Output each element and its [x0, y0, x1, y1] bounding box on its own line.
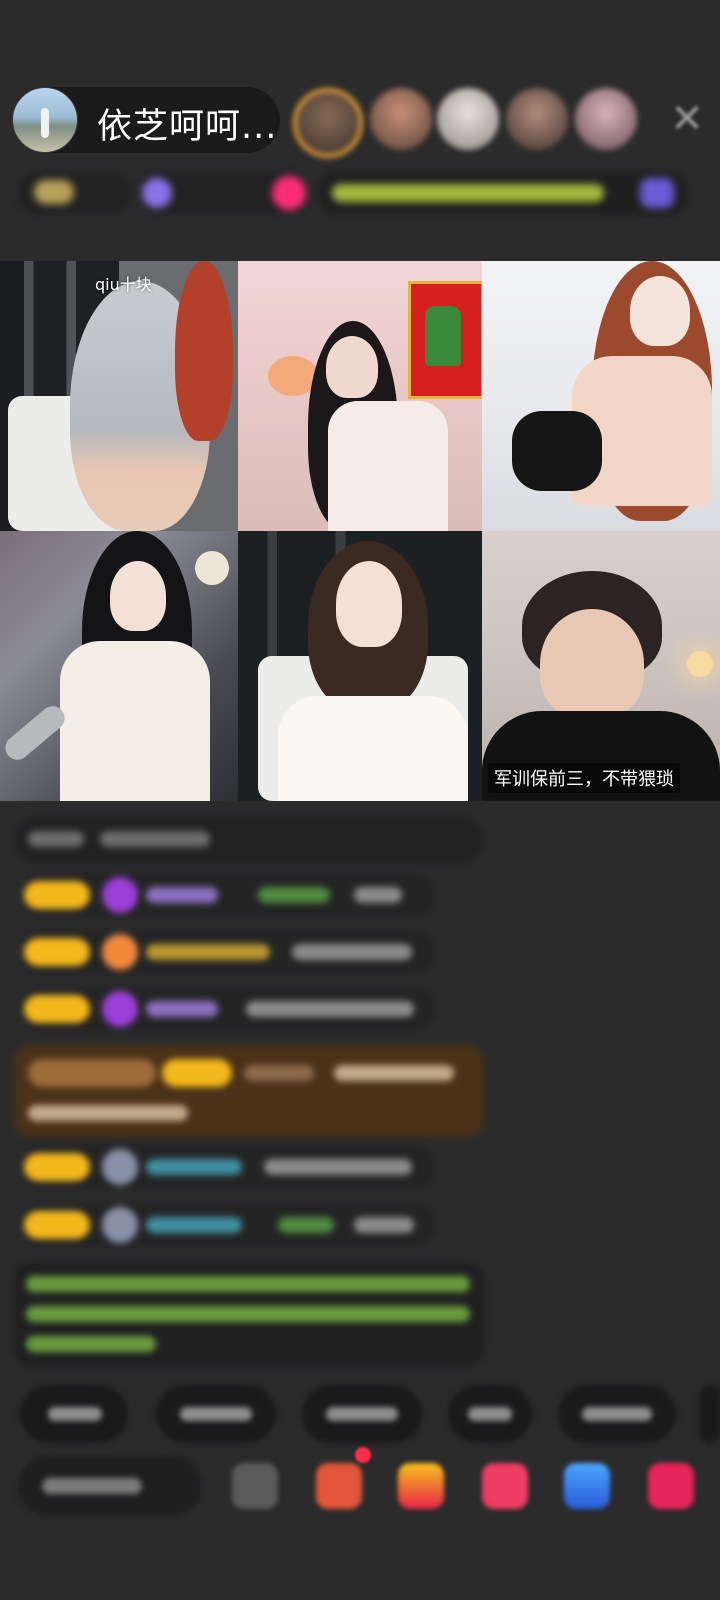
diamond-icon — [102, 877, 138, 913]
video-cell-3[interactable] — [482, 261, 720, 531]
notification-dot — [355, 1447, 371, 1463]
chat-highlight-message[interactable] — [14, 1045, 484, 1137]
game-icon[interactable] — [564, 1463, 610, 1509]
user-avatar — [102, 1207, 138, 1243]
cell-label: qiu十块 — [95, 275, 152, 294]
viewer-avatar[interactable] — [437, 88, 499, 150]
streamer-body — [60, 641, 210, 801]
close-icon[interactable]: ✕ — [664, 96, 710, 142]
task-strip-icon — [640, 178, 674, 208]
level-badge — [24, 938, 90, 966]
chat-message[interactable] — [20, 987, 436, 1031]
streamer-face — [540, 609, 644, 719]
host-name: 依芝呵呵... — [97, 107, 278, 147]
video-cell-4[interactable] — [0, 531, 238, 801]
quick-chip[interactable] — [558, 1385, 676, 1443]
quick-chip[interactable] — [20, 1385, 128, 1443]
quick-chip[interactable] — [448, 1385, 532, 1443]
viewer-avatar[interactable] — [370, 88, 432, 150]
video-grid: qiu十块 军训保前三，不带猥琐 — [0, 261, 720, 801]
host-avatar[interactable] — [12, 87, 78, 153]
streamer-face — [336, 561, 402, 647]
streamer-face — [326, 336, 378, 398]
lamp — [687, 651, 713, 677]
video-cell-6[interactable]: 军训保前三，不带猥琐 — [482, 531, 720, 801]
level-badge — [24, 1153, 90, 1181]
streamer-shorts — [512, 411, 602, 491]
emoji-icon[interactable] — [232, 1463, 278, 1509]
streamer-face — [630, 276, 690, 346]
video-cell-5[interactable] — [238, 531, 482, 801]
chat-notice — [14, 817, 484, 863]
viewer-avatar[interactable] — [575, 88, 637, 150]
streamer-body — [278, 696, 468, 801]
fan-icon — [102, 934, 138, 970]
quick-chip[interactable] — [302, 1385, 422, 1443]
level-badge — [24, 881, 90, 909]
cell-caption: 军训保前三，不带猥琐 — [488, 763, 680, 793]
popularity-icon — [142, 178, 172, 208]
system-notice — [14, 1262, 484, 1366]
chat-message[interactable] — [20, 930, 436, 974]
treasure-icon[interactable] — [398, 1463, 444, 1509]
pink-gift-icon[interactable] — [482, 1463, 528, 1509]
quick-chip[interactable] — [700, 1385, 720, 1443]
comment-input[interactable] — [18, 1456, 202, 1516]
streamer-hair — [175, 261, 233, 441]
quick-chip[interactable] — [156, 1385, 276, 1443]
level-badge — [24, 1211, 90, 1239]
gift-icon[interactable] — [648, 1463, 694, 1509]
task-strip-text — [332, 184, 604, 202]
video-cell-1[interactable]: qiu十块 — [0, 261, 238, 531]
level-badge — [24, 995, 90, 1023]
chat-message[interactable] — [20, 1203, 436, 1247]
poster — [408, 281, 482, 399]
chat-message[interactable] — [20, 873, 436, 917]
gift-box-icon[interactable] — [316, 1463, 362, 1509]
pink-badge[interactable] — [272, 176, 306, 210]
streamer-body — [328, 401, 448, 531]
lamp — [195, 551, 229, 585]
rank-strip-icon — [34, 180, 74, 204]
diamond-icon — [102, 991, 138, 1027]
chat-message[interactable] — [20, 1145, 436, 1189]
viewer-avatar[interactable] — [506, 88, 568, 150]
video-cell-2[interactable] — [238, 261, 482, 531]
streamer-face — [110, 561, 166, 631]
viewer-avatar[interactable] — [293, 88, 363, 158]
user-avatar — [102, 1149, 138, 1185]
